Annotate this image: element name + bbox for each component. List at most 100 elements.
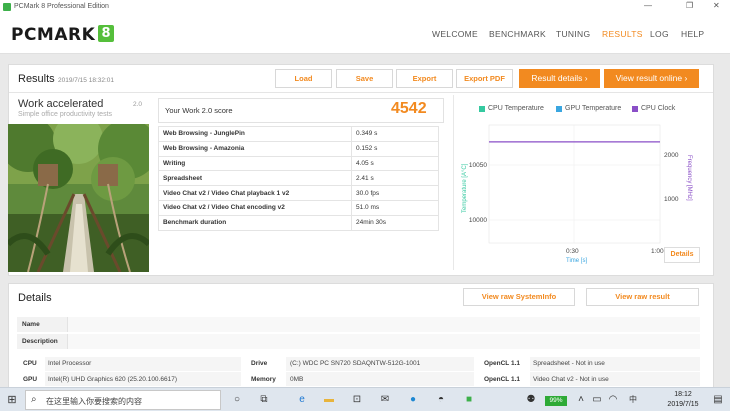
opencl-value: Spreadsheet - Not in use: [533, 360, 605, 367]
nav-tuning[interactable]: TUNING: [556, 29, 590, 39]
search-icon: ⌕: [31, 394, 37, 405]
gpu-value: Intel(R) UHD Graphics 620 (25.20.100.661…: [48, 376, 177, 383]
load-button[interactable]: Load: [275, 69, 332, 88]
row-name: Video Chat v2 / Video Chat encoding v2: [158, 199, 352, 216]
row-value: 0.349 s: [351, 126, 439, 142]
row-value: 4.05 s: [351, 155, 439, 172]
row-name: Web Browsing - Amazonia: [158, 140, 352, 157]
drive-value: (C:) WDC PC SN720 SDAQNTW-512G-1001: [290, 360, 421, 367]
workload-subtitle: Simple office productivity tests: [18, 111, 113, 118]
table-row: Web Browsing - Amazonia 0.152 s: [158, 140, 439, 157]
opencl-label: OpenCL 1.1: [484, 376, 521, 383]
file-explorer-icon[interactable]: ▬: [322, 393, 336, 407]
monitoring-chart: CPU Temperature GPU Temperature CPU Cloc…: [453, 95, 704, 270]
windows-taskbar: ⊞ ⌕ 在这里输入你要搜索的内容 ○ ⧉ e ▬ ⊡ ✉ ● ◓ ■ ⚉ 99%…: [0, 387, 730, 411]
table-row: Spreadsheet 2.41 s: [158, 170, 439, 187]
export-pdf-button[interactable]: Export PDF: [456, 69, 513, 88]
app-l-icon[interactable]: ●: [406, 393, 420, 407]
memory-cell: [286, 372, 474, 386]
name-field[interactable]: [67, 317, 700, 332]
details-title: Details: [18, 292, 52, 304]
nav-welcome[interactable]: WELCOME: [432, 29, 478, 39]
nav-log[interactable]: LOG: [650, 29, 669, 39]
view-raw-result-button[interactable]: View raw result: [586, 288, 699, 306]
taskbar-search-input[interactable]: ⌕ 在这里输入你要搜索的内容: [25, 390, 221, 410]
y-left-axis-label: Temperature [A°C]: [462, 163, 468, 213]
app-circle-icon[interactable]: ◓: [434, 393, 448, 407]
mail-icon[interactable]: ✉: [378, 393, 392, 407]
row-value: 24min 30s: [351, 214, 439, 231]
restore-button[interactable]: ❐: [686, 1, 693, 10]
memory-value: 0MB: [290, 376, 304, 383]
description-label: Description: [22, 338, 58, 345]
description-row: Description: [17, 334, 700, 349]
results-table: Web Browsing - JunglePin 0.349 s Web Brow…: [158, 126, 439, 231]
x-tick: 1:00: [651, 248, 664, 255]
table-row: Web Browsing - JunglePin 0.349 s: [158, 126, 439, 142]
edge-browser-icon[interactable]: e: [295, 393, 309, 407]
description-field[interactable]: [67, 334, 700, 349]
nav-benchmark[interactable]: BENCHMARK: [489, 29, 546, 39]
pcmark-taskbar-icon[interactable]: ■: [462, 393, 476, 407]
chevron-up-icon[interactable]: ˄: [574, 393, 588, 407]
row-value: 30.0 fps: [351, 185, 439, 201]
workload-version: 2.0: [133, 101, 143, 108]
chart-details-button[interactable]: Details: [664, 247, 700, 263]
row-name: Benchmark duration: [158, 214, 352, 231]
x-axis-label: Time [s]: [566, 258, 587, 264]
x-tick: 0:30: [566, 248, 579, 255]
y-left-tick: 10000: [469, 217, 487, 224]
workload-title: Work accelerated: [18, 98, 104, 110]
task-view-icon[interactable]: ⧉: [257, 393, 271, 407]
table-row: Benchmark duration 24min 30s: [158, 214, 439, 231]
save-button[interactable]: Save: [336, 69, 393, 88]
view-raw-systeminfo-button[interactable]: View raw SystemInfo: [463, 288, 575, 306]
results-title: Results: [18, 73, 55, 85]
results-divider: [9, 92, 713, 93]
row-name: Spreadsheet: [158, 170, 352, 187]
taskbar-date[interactable]: 2019/7/15: [663, 401, 703, 408]
nav-results[interactable]: RESULTS: [602, 29, 643, 39]
view-result-online-button[interactable]: View result online ›: [604, 69, 699, 88]
battery-icon[interactable]: ▭: [590, 393, 604, 407]
chart-plot: 10050 10000 2000 1000 0:30 1:00 Time [s]…: [462, 124, 692, 264]
taskbar-time[interactable]: 18:12: [663, 391, 703, 398]
cortana-icon[interactable]: ○: [230, 393, 244, 407]
minimize-button[interactable]: —: [644, 1, 652, 10]
wifi-icon[interactable]: ◠: [606, 393, 620, 407]
y-right-tick: 2000: [664, 152, 679, 159]
store-icon[interactable]: ⊡: [350, 393, 364, 407]
window-title: PCMark 8 Professional Edition: [14, 3, 109, 10]
export-button[interactable]: Export: [396, 69, 453, 88]
name-row: Name: [17, 317, 700, 332]
result-details-button[interactable]: Result details ›: [519, 69, 600, 88]
notifications-icon[interactable]: ▤: [711, 393, 725, 407]
table-row: Writing 4.05 s: [158, 155, 439, 172]
windows-start-icon[interactable]: ⊞: [5, 393, 19, 407]
ime-indicator[interactable]: 中: [626, 393, 640, 407]
close-button[interactable]: ✕: [713, 1, 720, 10]
pcmark-logo: PCMARK 8: [11, 25, 115, 45]
row-value: 0.152 s: [351, 140, 439, 157]
plot-frame: [488, 124, 661, 244]
row-value: 2.41 s: [351, 170, 439, 187]
y-right-tick: 1000: [664, 196, 679, 203]
drive-label: Drive: [251, 360, 268, 367]
battery-indicator[interactable]: 99%: [545, 396, 567, 406]
cpu-value: Intel Processor: [48, 360, 92, 367]
cpu-label: CPU: [23, 360, 37, 367]
nav-help[interactable]: HELP: [681, 29, 704, 39]
score-value: 4542: [391, 100, 427, 117]
window-titlebar: PCMark 8 Professional Edition — ❐ ✕: [0, 0, 730, 14]
table-row: Video Chat v2 / Video Chat playback 1 v2…: [158, 185, 439, 201]
row-name: Video Chat v2 / Video Chat playback 1 v2: [158, 185, 352, 201]
workload-image: [8, 124, 149, 272]
gpu-label: GPU: [23, 376, 38, 383]
name-label: Name: [22, 321, 40, 328]
y-left-tick: 10050: [469, 162, 487, 169]
people-icon[interactable]: ⚉: [524, 393, 538, 407]
row-name: Web Browsing - JunglePin: [158, 126, 352, 142]
app-header: PCMARK 8 WELCOME BENCHMARK TUNING RESULTS…: [0, 14, 730, 54]
search-placeholder: 在这里输入你要搜索的内容: [46, 397, 142, 406]
memory-label: Memory: [251, 376, 276, 383]
